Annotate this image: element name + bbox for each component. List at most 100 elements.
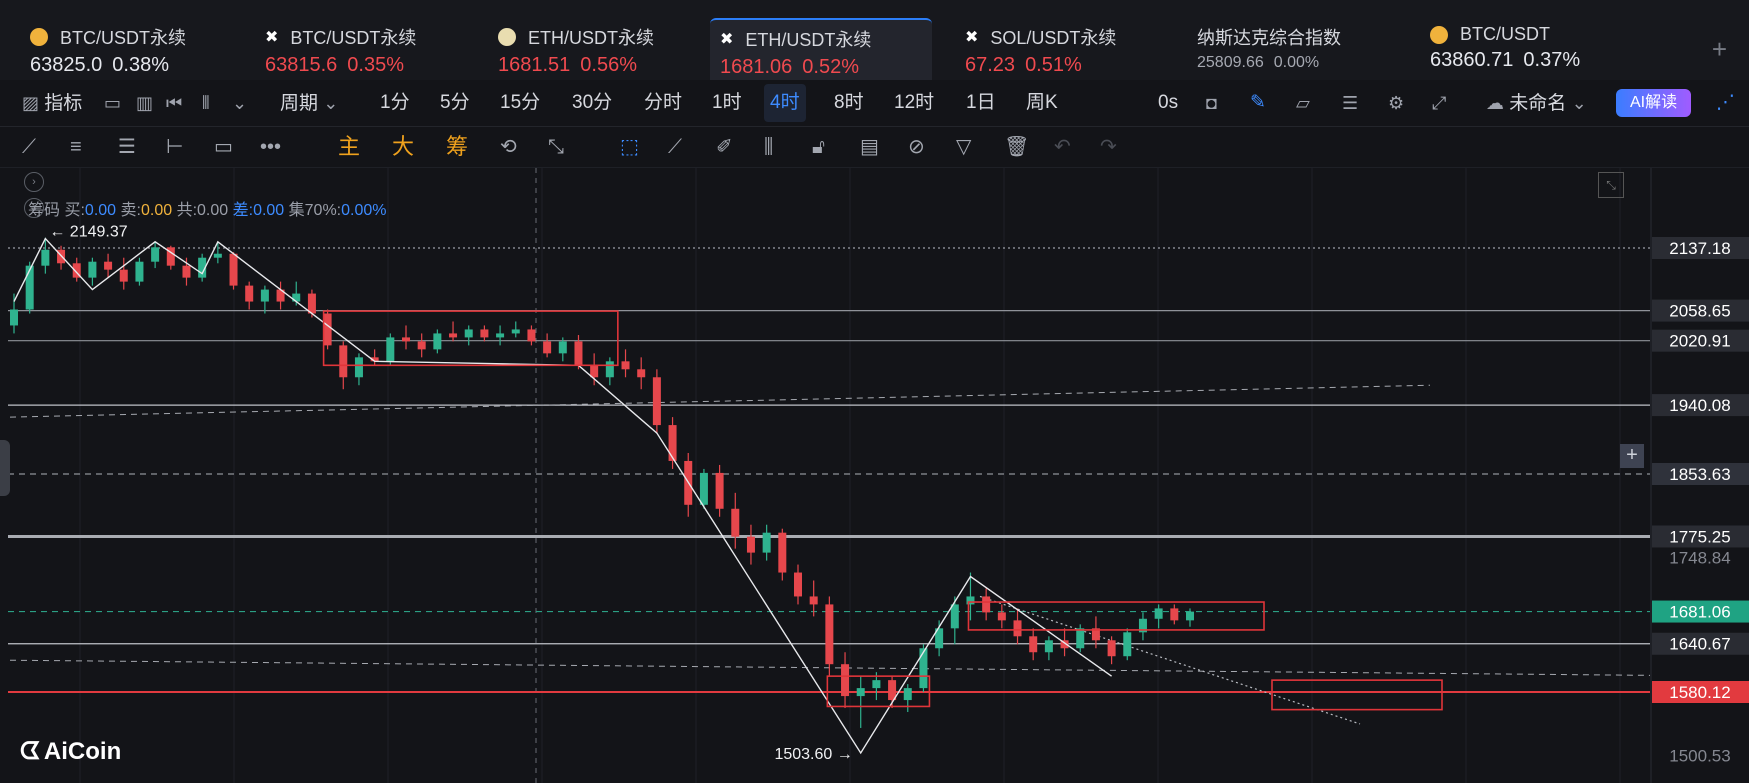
filter-icon[interactable]: ▽ — [956, 127, 971, 167]
trend-line-icon[interactable]: ⟋ — [22, 127, 36, 167]
measure-icon[interactable]: ⤡ — [548, 127, 564, 167]
ticker-tab-5[interactable]: 纳斯达克综合指数 25809.66 0.00% — [1197, 18, 1397, 80]
candle-body — [825, 604, 834, 665]
candle-body — [982, 596, 991, 613]
interval-button-9[interactable]: 1日 — [966, 80, 996, 126]
more-tools-icon[interactable]: ••• — [260, 127, 281, 167]
candle-body — [778, 532, 787, 573]
interval-button-4[interactable]: 分时 — [644, 80, 682, 126]
interval-button-10[interactable]: 周K — [1026, 80, 1058, 126]
tab-symbol: ETH/USDT永续 — [528, 28, 654, 48]
rectangle-icon[interactable]: ▭ — [214, 127, 233, 167]
ai-analysis-button[interactable]: AI解读 — [1616, 89, 1692, 117]
candle-body — [213, 253, 222, 258]
interval-button-6[interactable]: 4时 — [764, 84, 806, 122]
candle-body — [715, 472, 724, 509]
price-level-label: 2058.65 — [1669, 302, 1730, 321]
main-indicator-toggle[interactable]: 主 — [338, 127, 360, 167]
period-label: 周期 — [280, 93, 319, 114]
ticker-tab-1[interactable]: ✖ BTC/USDT永续 63815.6 0.35% — [265, 18, 465, 80]
interval-button-7[interactable]: 8时 — [834, 80, 864, 126]
layout-name-dropdown[interactable]: ☁ 未命名 ⌄ — [1486, 80, 1587, 126]
template-icon[interactable]: ▤ — [860, 127, 879, 167]
candle-body — [1154, 608, 1163, 619]
parallel-channel-icon[interactable]: ≡ — [70, 127, 82, 167]
logo-text: AiCoin — [43, 738, 122, 765]
zigzag-line[interactable] — [13, 237, 1113, 755]
candle-body — [997, 612, 1006, 621]
trend-line-upper[interactable] — [9, 384, 1431, 418]
period-dropdown[interactable]: 周期 ⌄ — [280, 80, 338, 126]
indicator-edit-icon[interactable]: ⟲ — [500, 127, 517, 167]
magnet-icon[interactable]: ⫼ — [764, 127, 773, 167]
interval-button-5[interactable]: 1时 — [712, 80, 742, 126]
chevron-down-icon[interactable]: ⌄ — [232, 80, 247, 126]
interval-button-0[interactable]: 1分 — [380, 80, 410, 126]
tab-price: 67.23 — [965, 54, 1016, 76]
sell-value: 0.00 — [140, 202, 173, 219]
candle-body — [1123, 632, 1132, 657]
horizontal-ray-icon[interactable]: ⊢ — [166, 127, 183, 167]
interval-button-1[interactable]: 5分 — [440, 80, 470, 126]
redo-icon[interactable]: ↷ — [1100, 127, 1117, 167]
interval-button-3[interactable]: 30分 — [572, 80, 612, 126]
candle-body — [354, 357, 363, 378]
replay-icon[interactable]: ⏮ — [166, 80, 182, 126]
note-icon[interactable]: ▱ — [1296, 80, 1310, 126]
sell-label: 卖: — [120, 202, 141, 219]
interval-button-2[interactable]: 15分 — [500, 80, 540, 126]
add-tab-button[interactable]: + — [1712, 34, 1727, 65]
ticker-tab-4[interactable]: ✖ SOL/USDT永续 67.23 0.51% — [965, 18, 1165, 80]
eraser-icon[interactable]: ✐ — [716, 127, 733, 167]
share-icon[interactable]: ⋰ — [1716, 80, 1735, 126]
indicator-button[interactable]: ▨ 指标 — [22, 80, 82, 126]
price-chart[interactable]: 2137.18 2058.65 2020.91 1940.08 1853.63 1775.… — [0, 168, 1749, 783]
layout-name-label: 未命名 — [1509, 93, 1567, 114]
lock-icon[interactable]: 🔓︎ — [812, 127, 825, 167]
cursor-icon[interactable]: ⬚ — [620, 127, 639, 167]
pen-icon[interactable]: ✎ — [1250, 80, 1266, 126]
candle-body — [41, 249, 50, 266]
grid — [79, 168, 1621, 783]
gear-icon[interactable]: ⚙ — [1388, 80, 1404, 126]
layout-icon[interactable]: ▥ — [136, 80, 153, 126]
candle-body — [511, 329, 520, 334]
collapse-icon[interactable]: › — [24, 172, 44, 192]
chip-distribution-toggle[interactable]: 筹 — [446, 127, 468, 167]
candle-body — [903, 688, 912, 701]
panel-resize-handle[interactable] — [0, 440, 10, 496]
cloud-icon: ☁ — [1486, 93, 1504, 113]
undo-icon[interactable]: ↶ — [1054, 127, 1071, 167]
candle-body — [1044, 640, 1053, 653]
ticker-tab-2[interactable]: ETH/USDT永续 1681.51 0.56% — [498, 18, 698, 80]
calendar-icon[interactable]: ▭ — [104, 80, 121, 126]
ticker-tab-3[interactable]: ✖ ETH/USDT永续 1681.06 0.52% — [710, 18, 932, 80]
range-box[interactable] — [322, 310, 619, 367]
candle-body — [699, 472, 708, 505]
hide-icon[interactable]: ⊘ — [908, 127, 925, 167]
axis-tick-label: 1500.53 — [1669, 746, 1730, 765]
list-icon[interactable]: ☰ — [1342, 80, 1358, 126]
camera-icon[interactable]: ◘ — [1206, 80, 1217, 126]
trend-line-dotted[interactable] — [979, 595, 1361, 725]
price-level-label: 1940.08 — [1669, 396, 1730, 415]
price-level-label: 1681.06 — [1669, 603, 1730, 622]
big-order-toggle[interactable]: 大 — [392, 127, 414, 167]
btc-coin-icon — [30, 28, 48, 46]
ticker-tab-0[interactable]: BTC/USDT永续 63825.0 0.38% — [30, 18, 230, 80]
buy-label: 买: — [64, 202, 85, 219]
fit-screen-icon[interactable]: ⤡ — [1598, 172, 1624, 198]
tab-price: 63815.6 — [265, 54, 338, 76]
crosshair-add-icon[interactable]: + — [1620, 444, 1644, 468]
fullscreen-icon[interactable]: ⤢ — [1432, 80, 1446, 126]
chart-type-icon[interactable]: ⫴ — [202, 80, 210, 126]
range-box[interactable] — [1271, 679, 1443, 711]
trash-icon[interactable]: 🗑︎ — [1004, 127, 1029, 167]
interval-button-8[interactable]: 12时 — [894, 80, 934, 126]
horizontal-lines-icon[interactable]: ☰ — [118, 127, 136, 167]
candle-body — [25, 265, 34, 310]
price-level-label: 2020.91 — [1669, 332, 1730, 351]
candlestick-chart-svg[interactable]: 2137.18 2058.65 2020.91 1940.08 1853.63 1775.… — [0, 168, 1749, 783]
ticker-tab-6[interactable]: BTC/USDT 63860.71 0.37% — [1430, 18, 1630, 80]
ruler-icon[interactable]: ⟋ — [668, 127, 682, 167]
